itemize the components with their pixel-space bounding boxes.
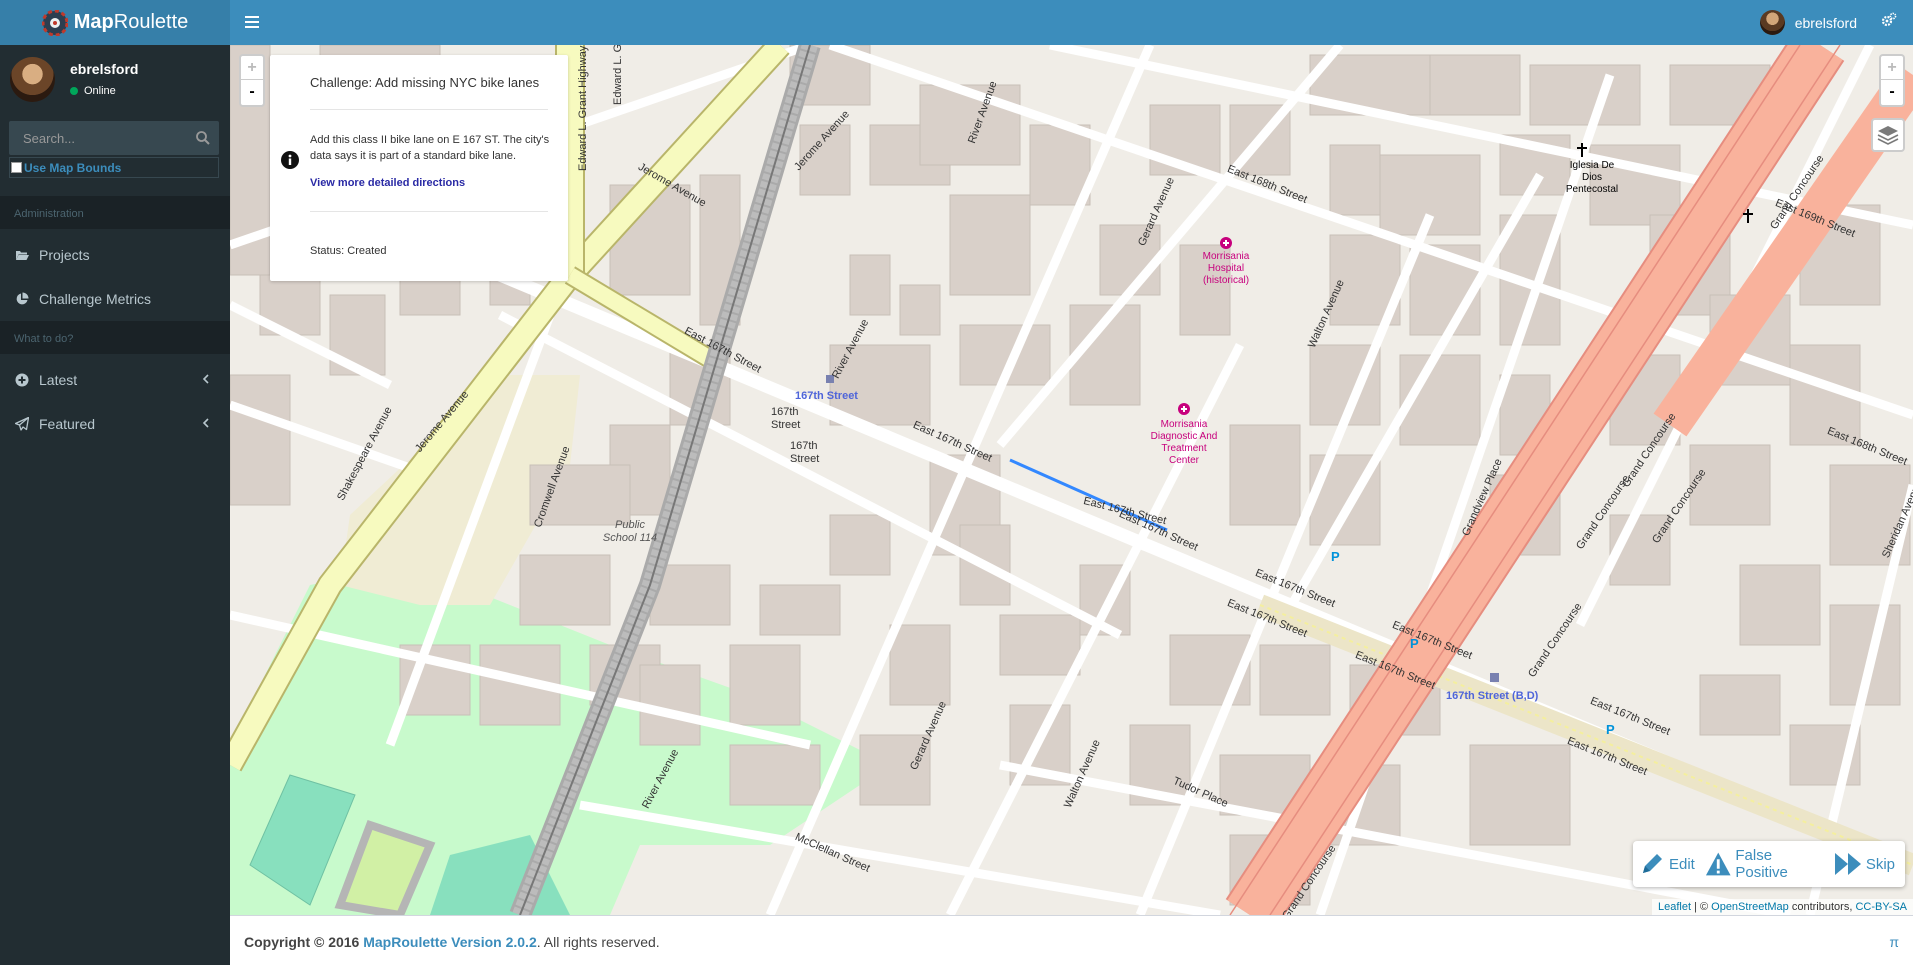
church-label: Iglesia De Dios Pentecostal: [1565, 160, 1619, 195]
top-header: MapRoulette ebrelsford: [0, 0, 1913, 45]
divider: [310, 109, 548, 110]
layers-icon: [1877, 126, 1899, 145]
header-username: ebrelsford: [1794, 14, 1857, 31]
user-menu[interactable]: ebrelsford: [1759, 0, 1857, 45]
nav-header-administration: Administration: [0, 196, 230, 229]
station-label: 167th Street (B,D): [1446, 690, 1539, 702]
false-positive-button[interactable]: False Positive: [1705, 847, 1824, 881]
false-positive-label: False Positive: [1735, 847, 1788, 881]
chevron-left-icon: [202, 418, 209, 428]
sidebar-item-label: Latest: [39, 372, 78, 388]
divider: [310, 211, 548, 212]
challenge-title: Challenge: Add missing NYC bike lanes: [310, 75, 540, 90]
warning-icon: [1705, 852, 1731, 876]
skip-label: Skip: [1865, 855, 1895, 873]
status-label: Online: [84, 85, 116, 97]
station-marker[interactable]: [1490, 673, 1499, 682]
pie-chart-icon: [16, 292, 29, 305]
page-footer: Copyright © 2016 MapRoulette Version 2.0…: [230, 915, 1913, 965]
folder-open-icon: [16, 251, 29, 260]
zoom-control-right: + -: [1879, 54, 1905, 107]
sidebar-item-latest[interactable]: Latest: [0, 358, 230, 402]
skip-button[interactable]: Skip: [1834, 851, 1895, 877]
map-view[interactable]: P P P Edward L. Grant Highway Edward L. …: [230, 45, 1913, 915]
attribution-text: contributors,: [1788, 901, 1856, 913]
main-sidebar: ebrelsford Online Use Map Bounds Adminis…: [0, 45, 230, 965]
version-link[interactable]: MapRoulette Version 2.0.2: [363, 934, 537, 950]
avatar: [1759, 10, 1785, 35]
license-link[interactable]: CC-BY-SA: [1855, 901, 1907, 913]
sidebar-username: ebrelsford: [70, 61, 139, 77]
zoom-in-button[interactable]: +: [1881, 56, 1903, 80]
sidebar-item-challenge-metrics[interactable]: Challenge Metrics: [0, 277, 230, 321]
openstreetmap-link[interactable]: OpenStreetMap: [1711, 901, 1789, 913]
online-status: Online: [70, 85, 116, 97]
zoom-out-button[interactable]: -: [241, 80, 263, 104]
user-panel: ebrelsford Online: [0, 45, 230, 120]
zoom-in-button[interactable]: +: [241, 56, 263, 80]
chevron-left-icon: [202, 374, 209, 384]
hospital-label: Morrisania Hospital (historical): [1202, 251, 1250, 286]
road-label: Edward L. Grant Highway: [577, 45, 589, 171]
pi-link[interactable]: π: [1889, 934, 1899, 950]
sidebar-toggle-button[interactable]: [241, 11, 263, 33]
hamburger-icon: [245, 16, 259, 28]
brand-logo[interactable]: MapRoulette: [0, 0, 230, 45]
station-stop-label: 167th Street: [790, 440, 820, 465]
nav-header-what-to-do: What to do?: [0, 321, 230, 354]
sidebar-item-label: Challenge Metrics: [39, 291, 152, 307]
edit-label: Edit: [1669, 855, 1695, 873]
copyright-text: Copyright © 2016: [244, 934, 364, 950]
road-label: Edward L. G: [612, 45, 624, 105]
sidebar-item-featured[interactable]: Featured: [0, 402, 230, 446]
gears-icon: [1881, 12, 1897, 27]
attribution-separator: | ©: [1691, 901, 1712, 913]
search-box: [9, 121, 219, 155]
search-input[interactable]: [9, 121, 184, 155]
search-icon[interactable]: [195, 130, 211, 146]
map-attribution: Leaflet | © OpenStreetMap contributors, …: [1651, 899, 1913, 915]
sidebar-item-projects[interactable]: Projects: [0, 233, 230, 277]
svg-text:P: P: [1331, 549, 1340, 564]
roulette-logo-icon: [41, 9, 68, 36]
zoom-control-left: + -: [239, 54, 265, 107]
station-label: 167th Street: [795, 390, 858, 402]
zoom-out-button[interactable]: -: [1881, 80, 1903, 104]
detailed-directions-link[interactable]: View more detailed directions: [310, 177, 465, 189]
settings-button[interactable]: [1879, 12, 1899, 32]
avatar: [10, 57, 55, 102]
edit-button[interactable]: Edit: [1639, 851, 1695, 877]
hospital-label: Morrisania Diagnostic And Treatment Cent…: [1150, 419, 1218, 466]
leaflet-link[interactable]: Leaflet: [1658, 901, 1691, 913]
layers-button[interactable]: [1871, 118, 1905, 152]
use-map-bounds-checkbox[interactable]: [11, 162, 22, 173]
svg-text:P: P: [1606, 722, 1615, 737]
station-stop-label: 167th Street: [771, 406, 801, 431]
plus-circle-icon: [15, 373, 29, 387]
use-map-bounds-label[interactable]: Use Map Bounds: [24, 161, 121, 175]
task-control-bar: Edit False Positive Skip: [1633, 841, 1905, 887]
pencil-icon: [1643, 854, 1662, 873]
status-dot-icon: [70, 87, 78, 95]
challenge-instructions: Add this class II bike lane on E 167 ST.…: [310, 134, 550, 162]
fast-forward-icon: [1834, 853, 1861, 875]
use-map-bounds-row: Use Map Bounds: [9, 157, 219, 178]
sidebar-item-label: Projects: [39, 247, 90, 263]
paper-plane-icon: [15, 417, 29, 431]
brand-name: MapRoulette: [73, 11, 189, 33]
task-status: Status: Created: [310, 245, 387, 257]
rights-text: . All rights reserved.: [536, 934, 660, 950]
sidebar-item-label: Featured: [39, 416, 96, 432]
school-label: Public School 114: [602, 519, 658, 544]
info-circle-icon: [281, 151, 299, 169]
challenge-info-panel: Challenge: Add missing NYC bike lanes Ad…: [270, 55, 568, 281]
